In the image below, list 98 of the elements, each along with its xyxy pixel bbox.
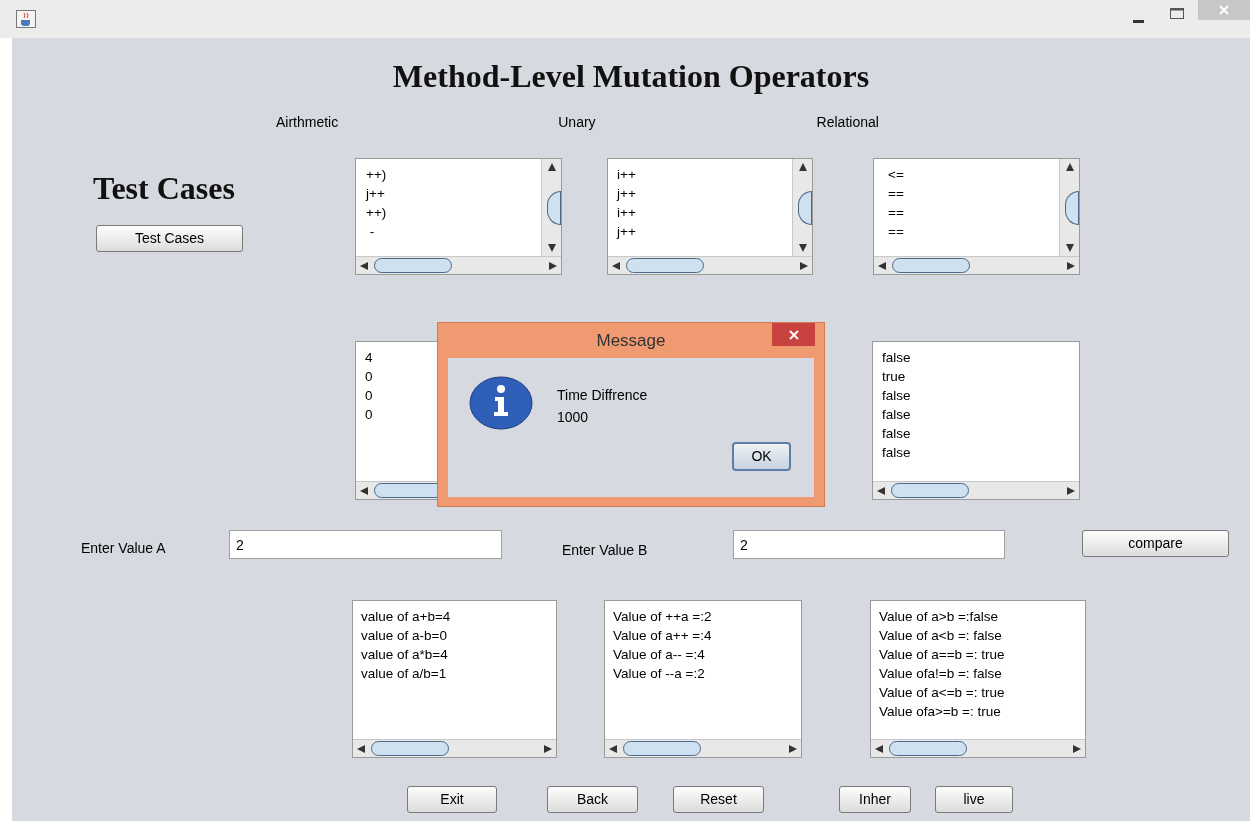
action-button[interactable]: live: [935, 786, 1013, 813]
close-icon[interactable]: [788, 329, 799, 340]
list-item[interactable]: Value of a>b =:false: [879, 607, 1085, 626]
list-item[interactable]: i++: [617, 203, 792, 222]
list-item[interactable]: i++: [617, 165, 792, 184]
scrollbar-thumb[interactable]: [371, 741, 449, 756]
scrollbar-thumb[interactable]: [889, 741, 967, 756]
right-arrow-icon[interactable]: [544, 744, 552, 753]
section-heading: Test Cases: [93, 169, 235, 208]
list-item[interactable]: j++: [366, 184, 541, 203]
column-label: Relational: [816, 113, 879, 132]
maximize-icon[interactable]: [1170, 8, 1184, 19]
left-arrow-icon[interactable]: [877, 486, 885, 495]
horizontal-scrollbar[interactable]: [871, 739, 1085, 757]
list-item[interactable]: Value ofa>=b =: true: [879, 702, 1085, 721]
list-item[interactable]: value of a+b=4: [361, 607, 556, 626]
list-item[interactable]: false: [882, 348, 1079, 367]
list-item[interactable]: Value of --a =:2: [613, 664, 801, 683]
list-item[interactable]: false: [882, 405, 1079, 424]
list-item[interactable]: false: [882, 386, 1079, 405]
right-arrow-icon[interactable]: [1073, 744, 1081, 753]
up-arrow-icon[interactable]: [1065, 163, 1074, 171]
list-item[interactable]: Value ofa!=b =: false: [879, 664, 1085, 683]
left-arrow-icon[interactable]: [609, 744, 617, 753]
scrollbar-thumb[interactable]: [547, 190, 561, 225]
value-a-field[interactable]: 2: [229, 530, 502, 559]
list-item[interactable]: j++: [617, 184, 792, 203]
left-arrow-icon[interactable]: [878, 261, 886, 270]
scrollbar-thumb[interactable]: [374, 258, 452, 273]
up-arrow-icon[interactable]: [798, 163, 807, 171]
action-button[interactable]: Back: [547, 786, 638, 813]
right-arrow-icon[interactable]: [789, 744, 797, 753]
right-arrow-icon[interactable]: [1067, 486, 1075, 495]
up-arrow-icon[interactable]: [547, 163, 556, 171]
left-arrow-icon[interactable]: [357, 744, 365, 753]
list-item[interactable]: ==: [888, 184, 1059, 203]
horizontal-scrollbar[interactable]: [873, 481, 1079, 499]
list-item[interactable]: false: [882, 424, 1079, 443]
compare-button[interactable]: compare: [1082, 530, 1229, 557]
horizontal-scrollbar[interactable]: [605, 739, 801, 757]
list-item[interactable]: Value of a==b =: true: [879, 645, 1085, 664]
list-item[interactable]: j++: [617, 222, 792, 241]
action-button[interactable]: Exit: [407, 786, 497, 813]
horizontal-scrollbar[interactable]: [874, 256, 1079, 274]
info-icon: [469, 376, 533, 430]
scrollbar-thumb[interactable]: [892, 258, 970, 273]
list-item[interactable]: Value of a++ =:4: [613, 626, 801, 645]
list-item[interactable]: <=: [888, 165, 1059, 184]
window-title: Method-Level Mutation Operators: [392, 57, 870, 96]
left-arrow-icon[interactable]: [360, 486, 368, 495]
list-item[interactable]: ==: [888, 203, 1059, 222]
left-arrow-icon[interactable]: [360, 261, 368, 270]
down-arrow-icon[interactable]: [798, 244, 807, 252]
list-item[interactable]: -: [366, 222, 541, 241]
scrollbar-thumb[interactable]: [798, 190, 812, 225]
vertical-scrollbar[interactable]: [541, 159, 561, 256]
list-item[interactable]: value of a/b=1: [361, 664, 556, 683]
left-arrow-icon[interactable]: [875, 744, 883, 753]
test-cases-button[interactable]: Test Cases: [96, 225, 243, 252]
ok-button[interactable]: OK: [732, 442, 791, 471]
list-item[interactable]: true: [882, 367, 1079, 386]
horizontal-scrollbar[interactable]: [356, 256, 561, 274]
scrollbar-thumb[interactable]: [623, 741, 701, 756]
dialog-title: Message: [596, 331, 666, 351]
right-arrow-icon[interactable]: [800, 261, 808, 270]
down-arrow-icon[interactable]: [1065, 244, 1074, 252]
action-button[interactable]: Reset: [673, 786, 764, 813]
horizontal-scrollbar[interactable]: [353, 739, 556, 757]
horizontal-scrollbar[interactable]: [608, 256, 812, 274]
scrollbar-thumb[interactable]: [891, 483, 969, 498]
list-item[interactable]: Value of ++a =:2: [613, 607, 801, 626]
right-arrow-icon[interactable]: [549, 261, 557, 270]
list-item[interactable]: Value of a<b =: false: [879, 626, 1085, 645]
vertical-scrollbar[interactable]: [1059, 159, 1079, 256]
value-b-field[interactable]: 2: [733, 530, 1005, 559]
dialog-message: 1000: [557, 408, 590, 427]
scrollbar-thumb[interactable]: [1065, 190, 1079, 225]
list-item[interactable]: value of a*b=4: [361, 645, 556, 664]
right-arrow-icon[interactable]: [1067, 261, 1075, 270]
vertical-scrollbar[interactable]: [792, 159, 812, 256]
scrollbar-thumb[interactable]: [626, 258, 704, 273]
list-item[interactable]: ==: [888, 222, 1059, 241]
dialog-message: Time Diffrence: [557, 386, 649, 405]
down-arrow-icon[interactable]: [547, 244, 556, 252]
list-item[interactable]: ++): [366, 165, 541, 184]
list-item[interactable]: ++): [366, 203, 541, 222]
list-item[interactable]: Value of a<=b =: true: [879, 683, 1085, 702]
field-label: Enter Value A: [81, 539, 167, 558]
left-arrow-icon[interactable]: [612, 261, 620, 270]
java-cup-icon: [16, 10, 36, 28]
action-button[interactable]: Inher: [839, 786, 911, 813]
list-item[interactable]: value of a-b=0: [361, 626, 556, 645]
list-item[interactable]: Value of a-- =:4: [613, 645, 801, 664]
dialog-close-button[interactable]: [772, 323, 815, 346]
column-label: Airthmetic: [276, 113, 339, 132]
field-label: Enter Value B: [562, 541, 649, 560]
list-item[interactable]: false: [882, 443, 1079, 462]
column-label: Unary: [558, 113, 596, 132]
